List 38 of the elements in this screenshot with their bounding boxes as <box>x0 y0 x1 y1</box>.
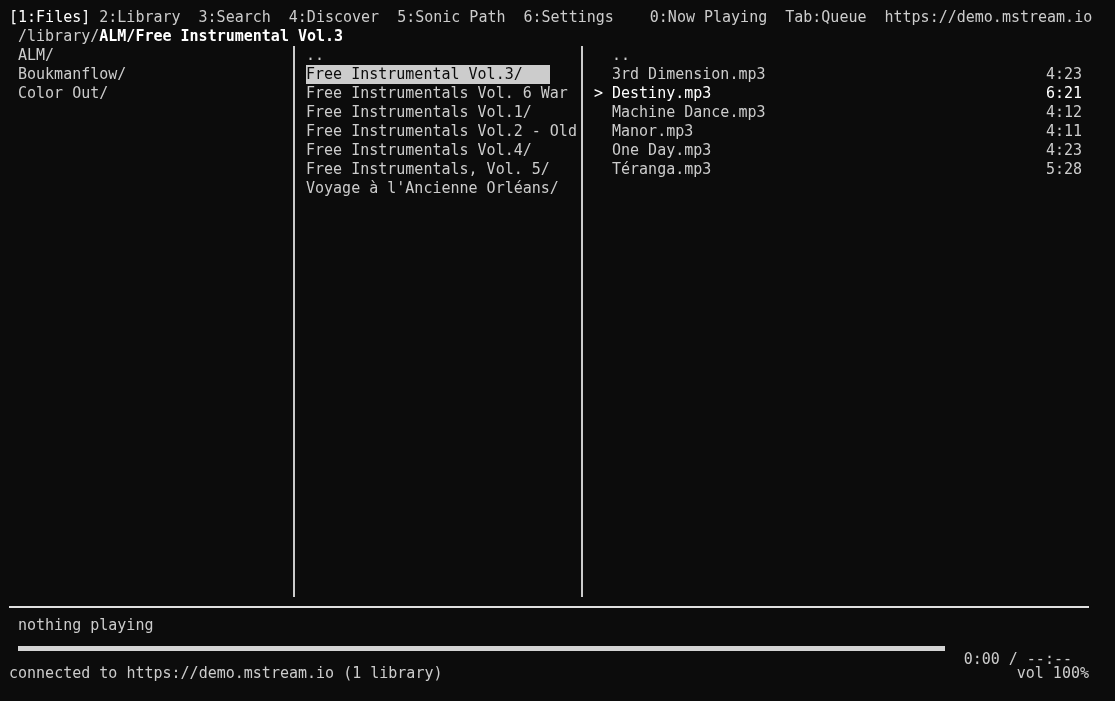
cursor-marker: > <box>594 84 604 102</box>
file-name[interactable]: Manor.mp3 <box>612 122 694 140</box>
track-duration: 5:28 <box>1045 160 1082 179</box>
tab[interactable]: Tab:Queue <box>785 8 867 27</box>
file-name[interactable]: Destiny.mp3 <box>612 84 712 102</box>
track-duration: 4:23 <box>1045 141 1082 160</box>
tab[interactable]: 6:Settings <box>523 8 614 27</box>
tab[interactable]: 3:Search <box>198 8 271 27</box>
server-url: https://demo.mstream.io <box>884 8 1093 27</box>
file-name[interactable]: Téranga.mp3 <box>612 160 712 178</box>
now-playing-text: nothing playing <box>18 616 154 634</box>
track-duration: 4:12 <box>1045 103 1082 122</box>
file-name[interactable]: Machine Dance.mp3 <box>612 103 766 121</box>
tab[interactable]: 2:Library <box>99 8 181 27</box>
volume-level: vol 100% <box>1016 664 1089 683</box>
file-name[interactable]: One Day.mp3 <box>612 141 712 159</box>
folder-item[interactable]: Boukmanflow/ <box>18 65 127 84</box>
folder-item[interactable]: Free Instrumental Vol.3/ <box>306 65 550 84</box>
tab[interactable]: 4:Discover <box>288 8 380 27</box>
connection-status: connected to https://demo.mstream.io (1 library) <box>9 664 443 683</box>
folder-item[interactable]: Free Instrumentals, Vol. 5/ <box>306 160 550 179</box>
folder-item[interactable]: ALM/ <box>18 46 55 65</box>
folder-item[interactable]: .. <box>306 46 325 65</box>
folder-item[interactable]: Color Out/ <box>18 84 109 103</box>
file-name[interactable]: 3rd Dimension.mp3 <box>612 65 766 83</box>
track-duration: 4:11 <box>1045 122 1082 141</box>
tab[interactable]: [1:Files] <box>9 8 91 27</box>
track-duration: 4:23 <box>1045 65 1082 84</box>
current-path: /library/ALM/Free Instrumental Vol.3 <box>17 27 345 46</box>
file-name[interactable]: .. <box>612 46 631 64</box>
tab[interactable]: 0:Now Playing <box>649 8 768 27</box>
folder-item[interactable]: Free Instrumentals Vol.4/ <box>306 141 532 160</box>
folder-item[interactable]: Voyage à l'Ancienne Orléans/ <box>306 179 559 198</box>
folder-item[interactable]: Free Instrumentals Vol.1/ <box>306 103 532 122</box>
tab[interactable]: 5:Sonic Path <box>397 8 506 27</box>
folder-item[interactable]: Free Instrumentals Vol.2 - Old <box>306 122 576 141</box>
track-duration: 6:21 <box>1045 84 1082 103</box>
folder-item[interactable]: Free Instrumentals Vol. 6 War <box>306 84 568 103</box>
